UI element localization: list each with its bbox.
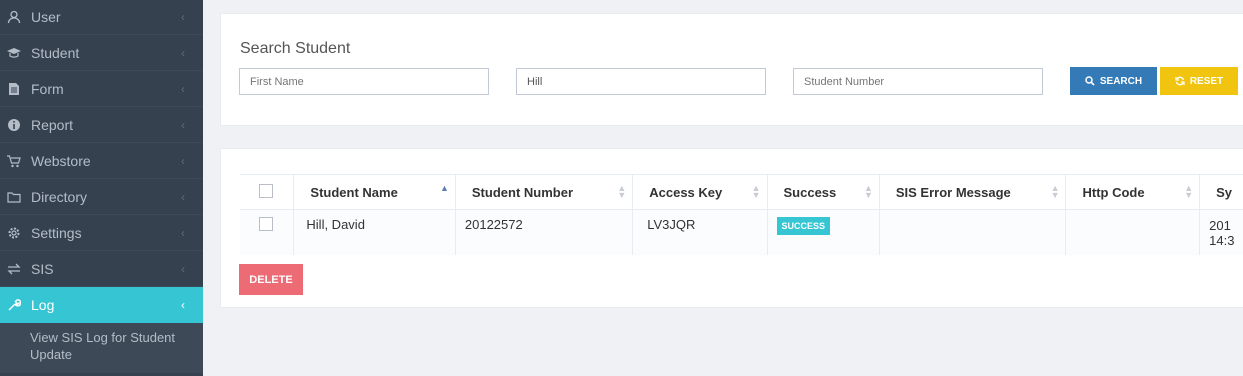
- sort-icon: ▲ ▼: [863, 183, 873, 200]
- reset-button-label: RESET: [1189, 75, 1224, 87]
- wrench-icon: [7, 298, 21, 312]
- chevron-left-icon: ‹: [181, 9, 185, 24]
- cell-student-name: Hill, David: [293, 209, 456, 255]
- sidebar-item-label: Settings: [31, 224, 82, 241]
- sidebar-item-log[interactable]: Log ‹: [0, 287, 203, 323]
- row-checkbox[interactable]: [259, 217, 273, 231]
- column-header-label: Http Code: [1082, 184, 1145, 200]
- last-name-input[interactable]: [516, 68, 766, 95]
- delete-button[interactable]: DELETE: [239, 264, 303, 295]
- chevron-left-icon: ‹: [181, 45, 185, 60]
- sidebar-item-label: SIS: [31, 260, 54, 277]
- column-header-label: Student Number: [471, 184, 574, 200]
- sidebar-item-label: Webstore: [31, 152, 91, 169]
- column-header-success[interactable]: Success ▲ ▼: [767, 174, 880, 210]
- student-number-input[interactable]: [793, 68, 1043, 95]
- file-icon: [7, 82, 21, 96]
- sort-asc-icon: ▲: [439, 183, 449, 193]
- cell-success: SUCCESS: [767, 209, 880, 255]
- graduation-cap-icon: [7, 46, 21, 60]
- sort-icon: ▲ ▼: [1050, 183, 1060, 200]
- refresh-icon: [1175, 76, 1185, 86]
- sidebar-item-student[interactable]: Student ‹: [0, 35, 203, 71]
- cell-access-key: LV3JQR: [632, 209, 768, 255]
- search-icon: [1085, 76, 1095, 86]
- chevron-left-icon: ‹: [181, 81, 185, 96]
- select-all-checkbox[interactable]: [259, 183, 273, 198]
- sidebar-item-report[interactable]: Report ‹: [0, 107, 203, 143]
- cell-http-code: [1065, 209, 1201, 255]
- search-panel: Search Student SEARCH RESET: [220, 13, 1243, 126]
- sidebar-item-sis[interactable]: SIS ‹: [0, 251, 203, 287]
- table-row: Hill, David 20122572 LV3JQR SUCCESS 201 1…: [240, 209, 1243, 255]
- cell-student-number: 20122572: [455, 209, 634, 255]
- sort-icon: ▲ ▼: [617, 183, 627, 200]
- results-table: Student Name ▲ Student Number ▲ ▼ Access Ke…: [240, 174, 1243, 255]
- column-header-http-code[interactable]: Http Code ▲ ▼: [1065, 174, 1201, 210]
- info-icon: [7, 118, 21, 132]
- status-badge: SUCCESS: [776, 217, 831, 235]
- select-all-header: [240, 174, 295, 210]
- first-name-input[interactable]: [239, 68, 489, 95]
- sidebar-item-label: Directory: [31, 188, 88, 205]
- cell-sis-error-message: [879, 209, 1067, 255]
- search-button[interactable]: SEARCH: [1070, 67, 1157, 95]
- sort-icon: ▲ ▼: [751, 183, 761, 200]
- sidebar-subitem-label: View SIS Log for Student Update: [30, 330, 176, 362]
- search-title: Search Student: [240, 40, 351, 57]
- sidebar-item-label: Form: [31, 80, 64, 97]
- column-header-student-number[interactable]: Student Number ▲ ▼: [455, 174, 634, 210]
- chevron-left-icon: ‹: [181, 298, 185, 312]
- column-header-label: Student Name: [310, 184, 398, 200]
- search-button-label: SEARCH: [1099, 75, 1143, 87]
- sidebar-item-label: Student: [31, 44, 80, 61]
- chevron-left-icon: ‹: [181, 225, 185, 240]
- chevron-left-icon: ‹: [181, 153, 185, 168]
- sidebar-item-directory[interactable]: Directory ‹: [0, 179, 203, 215]
- cell-sync-line1: 201: [1209, 218, 1231, 233]
- sidebar-item-user[interactable]: User ‹: [0, 0, 203, 35]
- sidebar-item-label: Log: [31, 297, 55, 313]
- sidebar-subitem-view-sis-log[interactable]: View SIS Log for Student Update: [0, 323, 203, 373]
- column-header-label: SIS Error Message: [895, 184, 1011, 200]
- row-select-cell: [240, 209, 295, 255]
- column-header-sync[interactable]: Sy: [1199, 174, 1243, 210]
- delete-button-label: DELETE: [249, 273, 293, 286]
- column-header-access-key[interactable]: Access Key ▲ ▼: [632, 174, 768, 210]
- column-header-label: Access Key: [649, 184, 723, 200]
- column-header-sis-error-message[interactable]: SIS Error Message ▲ ▼: [879, 174, 1067, 210]
- column-header-student-name[interactable]: Student Name ▲: [293, 174, 456, 210]
- gear-icon: [7, 226, 21, 240]
- cart-icon: [7, 154, 21, 168]
- sidebar: User ‹ Student ‹ Form ‹ Report ‹ Webstor…: [0, 0, 203, 376]
- sidebar-item-form[interactable]: Form ‹: [0, 71, 203, 107]
- chevron-left-icon: ‹: [181, 189, 185, 204]
- sidebar-item-settings[interactable]: Settings ‹: [0, 215, 203, 251]
- sort-icon: ▲ ▼: [1184, 183, 1194, 200]
- cell-sync: 201 14:3: [1199, 209, 1243, 255]
- cell-sync-line2: 14:3: [1209, 233, 1235, 248]
- exchange-icon: [7, 262, 21, 276]
- reset-button[interactable]: RESET: [1160, 67, 1238, 95]
- sidebar-item-label: User: [31, 8, 61, 25]
- sidebar-item-webstore[interactable]: Webstore ‹: [0, 143, 203, 179]
- column-header-label: Sy: [1216, 184, 1233, 200]
- folder-icon: [7, 190, 21, 204]
- chevron-left-icon: ‹: [181, 261, 185, 276]
- user-icon: [7, 10, 21, 24]
- chevron-left-icon: ‹: [181, 117, 185, 132]
- column-header-label: Success: [783, 184, 837, 200]
- results-panel: Student Name ▲ Student Number ▲ ▼ Access Ke…: [220, 148, 1243, 308]
- sidebar-item-label: Report: [31, 116, 74, 133]
